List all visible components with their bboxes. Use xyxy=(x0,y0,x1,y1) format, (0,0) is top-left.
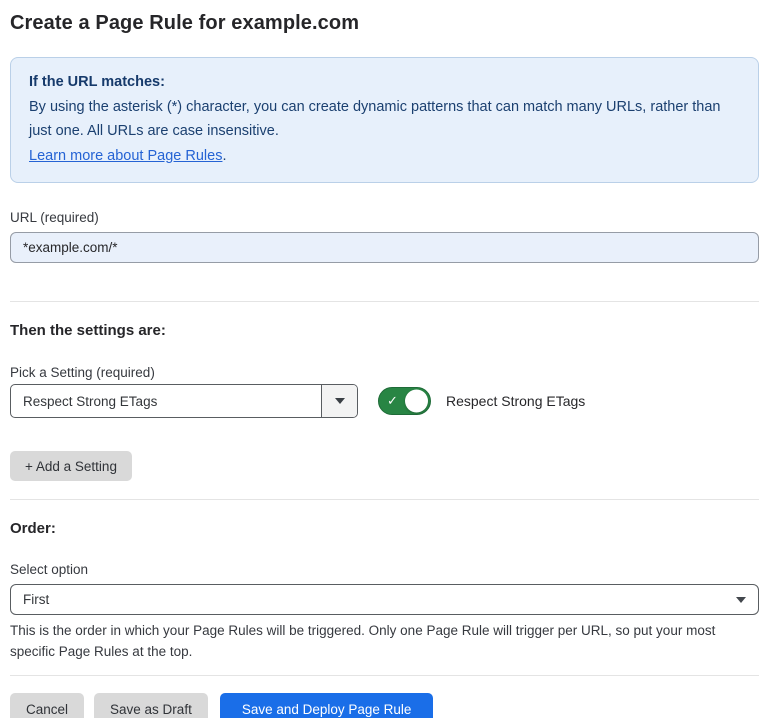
toggle-knob xyxy=(405,390,428,413)
pick-setting-label: Pick a Setting (required) xyxy=(10,364,759,381)
add-setting-button[interactable]: + Add a Setting xyxy=(10,451,132,481)
info-box-body: By using the asterisk (*) character, you… xyxy=(29,95,740,144)
check-icon: ✓ xyxy=(387,394,398,407)
info-box-heading: If the URL matches: xyxy=(29,70,740,95)
url-field-label: URL (required) xyxy=(10,209,759,226)
setting-select-dropdown[interactable]: Respect Strong ETags xyxy=(10,384,358,418)
save-draft-button[interactable]: Save as Draft xyxy=(94,693,208,718)
order-help-text: This is the order in which your Page Rul… xyxy=(10,620,759,662)
section-divider xyxy=(10,499,759,500)
url-input[interactable] xyxy=(10,232,759,263)
order-select-dropdown[interactable]: First xyxy=(10,584,759,615)
chevron-down-icon xyxy=(736,597,746,603)
respect-strong-etags-toggle[interactable]: ✓ xyxy=(378,387,431,415)
footer-button-row: Cancel Save as Draft Save and Deploy Pag… xyxy=(10,693,759,718)
info-box-link-line: Learn more about Page Rules. xyxy=(29,144,740,169)
save-deploy-button[interactable]: Save and Deploy Page Rule xyxy=(220,693,434,718)
order-select-label: Select option xyxy=(10,561,759,578)
setting-select-arrow-box[interactable] xyxy=(321,385,357,417)
learn-more-link[interactable]: Learn more about Page Rules xyxy=(29,148,222,164)
create-page-rule-form: Create a Page Rule for example.com If th… xyxy=(0,0,769,718)
section-divider xyxy=(10,301,759,302)
toggle-label: Respect Strong ETags xyxy=(446,393,585,409)
url-match-info-box: If the URL matches: By using the asteris… xyxy=(10,57,759,183)
order-section-heading: Order: xyxy=(10,520,759,538)
setting-row: Respect Strong ETags ✓ Respect Strong ET… xyxy=(10,384,759,418)
settings-section-heading: Then the settings are: xyxy=(10,322,759,340)
cancel-button[interactable]: Cancel xyxy=(10,693,84,718)
page-title: Create a Page Rule for example.com xyxy=(10,10,759,36)
chevron-down-icon xyxy=(335,398,345,404)
setting-select-value: Respect Strong ETags xyxy=(11,385,321,417)
order-select-value: First xyxy=(23,592,49,607)
footer-divider xyxy=(10,675,759,676)
link-period: . xyxy=(222,148,226,164)
